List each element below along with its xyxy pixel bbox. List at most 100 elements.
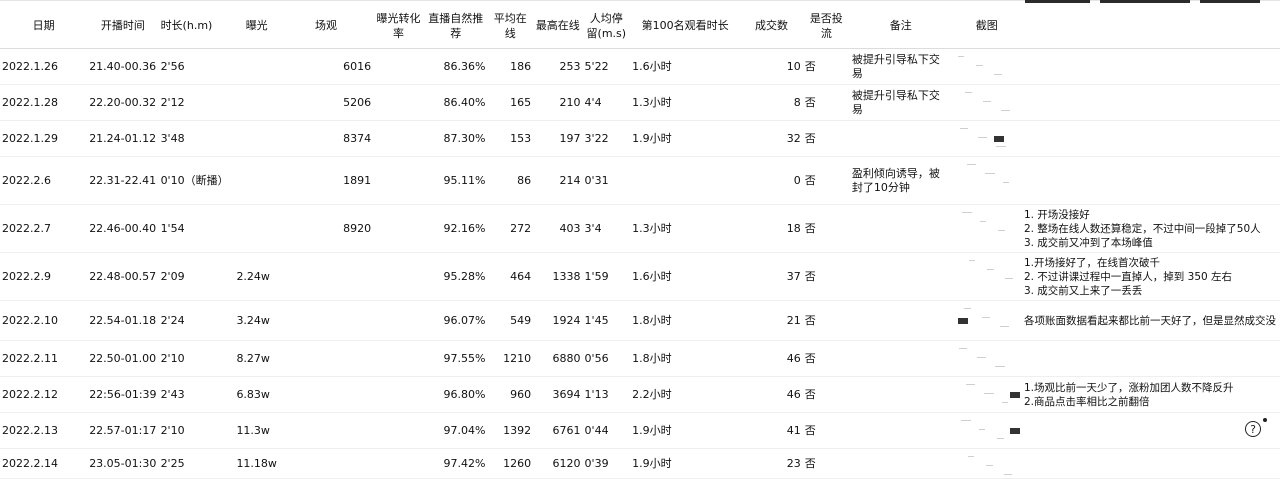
- table-row[interactable]: 2022.2.12 22:56-01:39 2'43 6.83w 96.80% 960 36…: [0, 376, 1280, 413]
- cell-start-time[interactable]: 22.46-00.40: [87, 204, 159, 253]
- cell-top100-watch[interactable]: 1.8小时: [630, 340, 741, 377]
- cell-extra-notes[interactable]: [1021, 84, 1280, 121]
- cell-screenshot[interactable]: [951, 412, 1022, 449]
- cell-avg-stay[interactable]: 0'39: [582, 448, 631, 479]
- cell-paid-traffic[interactable]: 否: [802, 252, 850, 301]
- header-duration[interactable]: 时长(h.m): [158, 3, 235, 49]
- cell-exposure[interactable]: [234, 156, 279, 205]
- cell-avg-stay[interactable]: 4'4: [582, 84, 631, 121]
- cell-deals[interactable]: 18: [740, 204, 803, 253]
- cell-screenshot[interactable]: [951, 156, 1022, 205]
- cell-screenshot[interactable]: [951, 204, 1022, 253]
- cell-exposure[interactable]: 11.3w: [234, 412, 279, 449]
- cell-natural-recommend[interactable]: 96.80%: [424, 376, 488, 413]
- cell-extra-notes[interactable]: 各项账面数据看起来都比前一天好了，但是显然成交没: [1021, 300, 1280, 341]
- cell-extra-notes[interactable]: [1021, 156, 1280, 205]
- screenshot-thumbnail[interactable]: [954, 86, 1020, 120]
- header-screenshot[interactable]: 截图: [951, 3, 1022, 49]
- cell-top100-watch[interactable]: 1.6小时: [630, 252, 741, 301]
- screenshot-thumbnail[interactable]: [954, 378, 1020, 412]
- cell-exposure-conversion[interactable]: [373, 204, 425, 253]
- screenshot-thumbnail[interactable]: [954, 414, 1020, 448]
- cell-screenshot[interactable]: [951, 300, 1022, 341]
- cell-date[interactable]: 2022.1.28: [0, 84, 88, 121]
- cell-duration[interactable]: 2'25: [158, 448, 235, 479]
- cell-date[interactable]: 2022.1.29: [0, 120, 88, 157]
- cell-extra-notes[interactable]: 1.场观比前一天少了，涨粉加团人数不降反升 2.商品点击率相比之前翻倍: [1021, 376, 1280, 413]
- cell-avg-stay[interactable]: 3'4: [582, 204, 631, 253]
- cell-exposure[interactable]: 8.27w: [234, 340, 279, 377]
- header-paid-traffic[interactable]: 是否投流: [802, 3, 850, 49]
- cell-paid-traffic[interactable]: 否: [802, 340, 850, 377]
- cell-start-time[interactable]: 22.54-01.18: [87, 300, 159, 341]
- cell-deals[interactable]: 8: [740, 84, 803, 121]
- cell-deals[interactable]: 37: [740, 252, 803, 301]
- cell-avg-stay[interactable]: 1'45: [582, 300, 631, 341]
- header-avg-stay[interactable]: 人均停留(m.s): [582, 3, 631, 49]
- cell-peak-online[interactable]: 6120: [533, 448, 583, 479]
- cell-natural-recommend[interactable]: 92.16%: [424, 204, 488, 253]
- cell-avg-stay[interactable]: 1'13: [582, 376, 631, 413]
- cell-avg-online[interactable]: 153: [487, 120, 534, 157]
- cell-top100-watch[interactable]: 1.9小时: [630, 448, 741, 479]
- cell-avg-online[interactable]: 1210: [487, 340, 534, 377]
- question-circle-icon[interactable]: ?: [1245, 421, 1261, 437]
- cell-avg-online[interactable]: 86: [487, 156, 534, 205]
- cell-exposure-conversion[interactable]: [373, 156, 425, 205]
- cell-paid-traffic[interactable]: 否: [802, 48, 850, 85]
- cell-avg-stay[interactable]: 0'44: [582, 412, 631, 449]
- cell-exposure[interactable]: [234, 84, 279, 121]
- header-date[interactable]: 日期: [0, 3, 88, 49]
- cell-notes[interactable]: 被提升引导私下交易: [849, 84, 952, 121]
- screenshot-thumbnail[interactable]: [954, 342, 1020, 376]
- cell-date[interactable]: 2022.1.26: [0, 48, 88, 85]
- cell-views[interactable]: [278, 448, 374, 479]
- cell-deals[interactable]: 46: [740, 340, 803, 377]
- cell-avg-online[interactable]: 1260: [487, 448, 534, 479]
- cell-extra-notes[interactable]: 1.开场接好了，在线首次破千 2. 不过讲课过程中一直掉人，掉到 350 左右 3.…: [1021, 252, 1280, 301]
- cell-date[interactable]: 2022.2.6: [0, 156, 88, 205]
- cell-views[interactable]: 5206: [278, 84, 374, 121]
- cell-exposure[interactable]: 2.24w: [234, 252, 279, 301]
- cell-notes[interactable]: [849, 412, 952, 449]
- cell-peak-online[interactable]: 214: [533, 156, 583, 205]
- cell-paid-traffic[interactable]: 否: [802, 376, 850, 413]
- cell-natural-recommend[interactable]: 96.07%: [424, 300, 488, 341]
- cell-peak-online[interactable]: 1924: [533, 300, 583, 341]
- cell-extra-notes[interactable]: [1021, 120, 1280, 157]
- cell-deals[interactable]: 41: [740, 412, 803, 449]
- cell-screenshot[interactable]: [951, 252, 1022, 301]
- cell-paid-traffic[interactable]: 否: [802, 156, 850, 205]
- screenshot-thumbnail[interactable]: [954, 122, 1020, 156]
- header-start-time[interactable]: 开播时间: [87, 3, 159, 49]
- cell-peak-online[interactable]: 3694: [533, 376, 583, 413]
- cell-duration[interactable]: 2'10: [158, 340, 235, 377]
- cell-deals[interactable]: 0: [740, 156, 803, 205]
- cell-duration[interactable]: 2'56: [158, 48, 235, 85]
- header-natural-recommend[interactable]: 直播自然推荐: [424, 3, 488, 49]
- cell-exposure[interactable]: 3.24w: [234, 300, 279, 341]
- cell-deals[interactable]: 46: [740, 376, 803, 413]
- cell-extra-notes[interactable]: [1021, 448, 1280, 479]
- cell-exposure[interactable]: 6.83w: [234, 376, 279, 413]
- table-row[interactable]: 2022.1.28 22.20-00.32 2'12 5206 86.40% 165 210…: [0, 84, 1280, 121]
- cell-date[interactable]: 2022.2.11: [0, 340, 88, 377]
- cell-notes[interactable]: [849, 340, 952, 377]
- cell-natural-recommend[interactable]: 95.11%: [424, 156, 488, 205]
- cell-notes[interactable]: 被提升引导私下交易: [849, 48, 952, 85]
- screenshot-thumbnail[interactable]: [954, 50, 1020, 84]
- table-row[interactable]: 2022.2.11 22.50-01.00 2'10 8.27w 97.55% 1210 6…: [0, 340, 1280, 377]
- screenshot-thumbnail[interactable]: [954, 158, 1020, 204]
- header-top100-watch[interactable]: 第100名观看时长: [630, 3, 741, 49]
- cell-exposure-conversion[interactable]: [373, 340, 425, 377]
- cell-duration[interactable]: 0'10（断播）: [158, 156, 235, 205]
- cell-exposure-conversion[interactable]: [373, 48, 425, 85]
- cell-views[interactable]: [278, 376, 374, 413]
- cell-views[interactable]: [278, 412, 374, 449]
- cell-notes[interactable]: [849, 204, 952, 253]
- cell-avg-stay[interactable]: 0'56: [582, 340, 631, 377]
- cell-peak-online[interactable]: 6880: [533, 340, 583, 377]
- cell-views[interactable]: [278, 340, 374, 377]
- cell-peak-online[interactable]: 253: [533, 48, 583, 85]
- cell-paid-traffic[interactable]: 否: [802, 448, 850, 479]
